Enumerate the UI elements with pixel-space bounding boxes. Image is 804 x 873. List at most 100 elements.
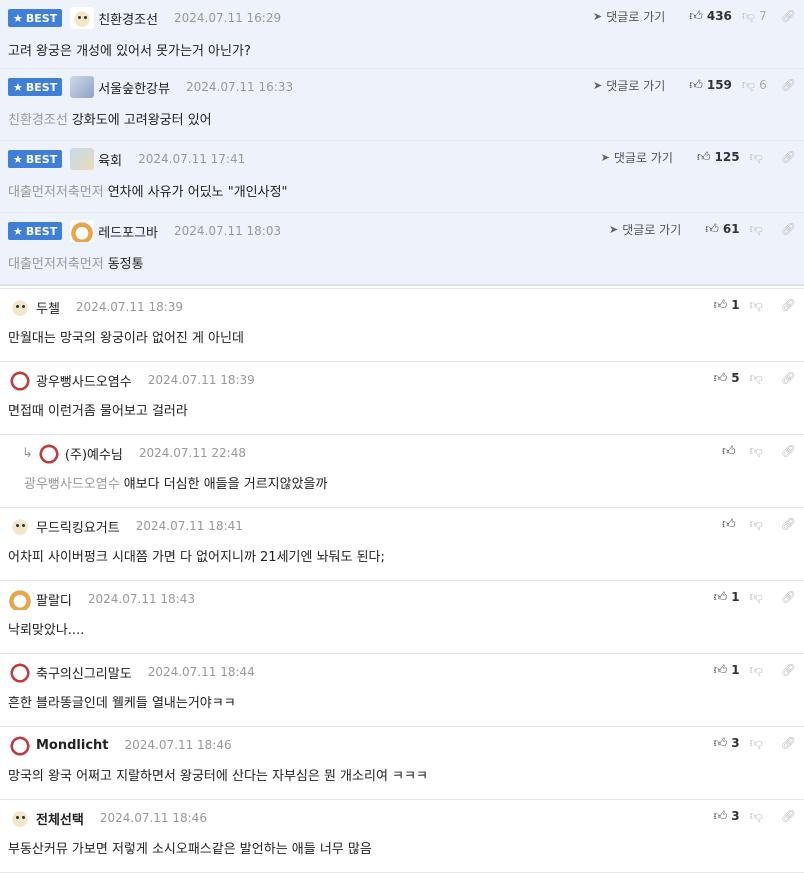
thumbs-up-icon: 👍︎ — [705, 221, 719, 237]
dislike-button[interactable]: 👎︎ — [750, 298, 767, 313]
mention[interactable]: 친환경조선 — [8, 113, 68, 128]
comment-text: 흔한 블라똥글인데 웰케들 열내는거야ㅋㅋ — [8, 696, 236, 711]
comment-text: 면접때 이런거좀 물어보고 걸러라 — [8, 404, 188, 419]
avatar[interactable] — [8, 296, 32, 318]
avatar[interactable] — [70, 76, 95, 98]
like-button[interactable]: 👍︎ 159 — [689, 78, 732, 93]
avatar[interactable] — [8, 588, 32, 610]
share-link-icon[interactable]: 🔗︎ — [781, 444, 796, 458]
share-link-icon[interactable]: 🔗︎ — [781, 298, 796, 312]
comment-list: ★ BEST 친환경조선 2024.07.11 16:29 ➤ 댓글로 가기 👍︎ 436 👎︎… — [0, 0, 804, 873]
author-name[interactable]: 육회 — [98, 150, 122, 169]
avatar[interactable] — [8, 515, 32, 537]
like-button[interactable]: 👍︎ — [722, 444, 740, 459]
comment-text: 동정통 — [107, 257, 144, 272]
goto-comment-label: 댓글로 가기 — [622, 222, 682, 237]
send-icon: ➤ — [593, 9, 603, 23]
goto-comment-link[interactable]: ➤ 댓글로 가기 — [593, 77, 665, 94]
avatar[interactable] — [8, 369, 32, 391]
mention[interactable]: 대출먼저저축먼저 — [8, 257, 104, 272]
comment-actions: ➤ 댓글로 가기 👍︎ 61 👎︎ 🔗︎ — [609, 219, 796, 239]
share-link-icon[interactable]: 🔗︎ — [781, 809, 796, 823]
comment-header: 광우뻥사드오염수 2024.07.11 18:39 — [8, 369, 255, 391]
like-button[interactable]: 👍︎ — [722, 517, 740, 532]
thumbs-up-icon: 👍︎ — [713, 589, 728, 605]
dislike-button[interactable]: 👎︎ — [750, 590, 767, 605]
comment-body: 어차피 사이버펑크 시대쯤 가면 다 없어지니까 21세기엔 놔둬도 된다; — [8, 546, 385, 565]
like-button[interactable]: 👍︎ 5 — [714, 371, 740, 386]
share-link-icon[interactable]: 🔗︎ — [781, 371, 796, 385]
comment-header: 축구의신그리말도 2024.07.11 18:44 — [8, 661, 255, 683]
author-name[interactable]: 무드릭킹요거트 — [36, 517, 120, 536]
comment-body: 대출먼저저축먼저 연차에 사유가 어딨노 "개인사정" — [8, 181, 288, 200]
like-button[interactable]: 👍︎ 61 — [705, 222, 739, 237]
comment-text: 강화도에 고려왕궁터 있어 — [71, 113, 212, 128]
avatar[interactable] — [70, 220, 95, 242]
author-name[interactable]: 팔랄디 — [36, 590, 72, 609]
avatar[interactable] — [8, 661, 32, 683]
comment-header: ★ BEST 육회 2024.07.11 17:41 — [8, 148, 246, 170]
like-button[interactable]: 👍︎ 125 — [697, 150, 740, 165]
dislike-button[interactable]: 👎︎ 7 — [742, 9, 767, 24]
dislike-button[interactable]: 👎︎ 6 — [742, 78, 767, 93]
avatar[interactable] — [8, 734, 32, 756]
comment-actions: 👍︎ 3 👎︎ 🔗︎ — [704, 733, 796, 753]
avatar[interactable] — [8, 807, 32, 829]
share-link-icon[interactable]: 🔗︎ — [781, 9, 796, 23]
goto-comment-link[interactable]: ➤ 댓글로 가기 — [601, 149, 673, 166]
author-name[interactable]: 광우뻥사드오염수 — [36, 371, 132, 390]
dislike-button[interactable]: 👎︎ — [750, 150, 767, 165]
comment-body: 면접때 이런거좀 물어보고 걸러라 — [8, 400, 188, 419]
like-count: 1 — [731, 590, 740, 604]
comment-text: 부동산커뮤 가보면 저렇게 소시오패스같은 발언하는 애들 너무 많음 — [8, 842, 372, 857]
thumbs-down-icon: 👎︎ — [749, 443, 763, 459]
thumbs-down-icon: 👎︎ — [749, 808, 763, 824]
dislike-button[interactable]: 👎︎ — [750, 809, 767, 824]
best-comment: ★ BEST 서울숲한강뷰 2024.07.11 16:33 ➤ 댓글로 가기 👍︎ 159 👎… — [0, 69, 804, 141]
share-link-icon[interactable]: 🔗︎ — [781, 222, 796, 236]
goto-comment-link[interactable]: ➤ 댓글로 가기 — [593, 8, 665, 25]
author-name[interactable]: 친환경조선 — [98, 9, 158, 28]
thumbs-up-icon: 👍︎ — [721, 443, 736, 459]
mention[interactable]: 광우뻥사드오염수 — [24, 477, 120, 492]
author-name[interactable]: Mondlicht — [36, 738, 109, 753]
like-button[interactable]: 👍︎ 1 — [714, 663, 740, 678]
thumbs-up-icon: 👍︎ — [689, 8, 703, 24]
comment-date: 2024.07.11 17:41 — [138, 152, 246, 166]
dislike-button[interactable]: 👎︎ — [750, 371, 767, 386]
author-name[interactable]: 축구의신그리말도 — [36, 663, 132, 682]
best-badge-label: BEST — [25, 152, 58, 166]
avatar[interactable] — [36, 442, 61, 464]
best-badge-label: BEST — [25, 80, 58, 94]
author-name[interactable]: 레드포그바 — [98, 222, 158, 241]
share-link-icon[interactable]: 🔗︎ — [781, 663, 796, 677]
mention[interactable]: 대출먼저저축먼저 — [8, 185, 104, 200]
share-link-icon[interactable]: 🔗︎ — [781, 150, 796, 164]
dislike-button[interactable]: 👎︎ — [750, 736, 767, 751]
author-name[interactable]: 전체선택 — [36, 809, 84, 828]
like-button[interactable]: 👍︎ 3 — [714, 809, 740, 824]
share-link-icon[interactable]: 🔗︎ — [781, 78, 796, 92]
comment-text: 얘보다 더심한 애들을 거르지않았을까 — [123, 477, 328, 492]
author-name[interactable]: 서울숲한강뷰 — [98, 78, 170, 97]
like-count: 3 — [731, 736, 740, 750]
goto-comment-label: 댓글로 가기 — [613, 150, 673, 165]
goto-comment-link[interactable]: ➤ 댓글로 가기 — [609, 221, 681, 238]
like-button[interactable]: 👍︎ 436 — [689, 9, 732, 24]
author-name[interactable]: 두첼 — [36, 298, 60, 317]
share-link-icon[interactable]: 🔗︎ — [781, 590, 796, 604]
dislike-button[interactable]: 👎︎ — [750, 517, 767, 532]
best-comment: ★ BEST 친환경조선 2024.07.11 16:29 ➤ 댓글로 가기 👍︎ 436 👎︎… — [0, 0, 804, 69]
share-link-icon[interactable]: 🔗︎ — [781, 517, 796, 531]
avatar[interactable] — [70, 148, 95, 170]
dislike-button[interactable]: 👎︎ — [750, 444, 767, 459]
like-button[interactable]: 👍︎ 1 — [714, 298, 740, 313]
comment-text: 낙뢰맞았나.... — [8, 623, 85, 638]
like-button[interactable]: 👍︎ 3 — [714, 736, 740, 751]
share-link-icon[interactable]: 🔗︎ — [781, 736, 796, 750]
author-name[interactable]: (주)예수님 — [65, 444, 123, 463]
like-button[interactable]: 👍︎ 1 — [714, 590, 740, 605]
avatar[interactable] — [70, 7, 95, 29]
dislike-button[interactable]: 👎︎ — [750, 663, 767, 678]
dislike-button[interactable]: 👎︎ — [750, 222, 767, 237]
